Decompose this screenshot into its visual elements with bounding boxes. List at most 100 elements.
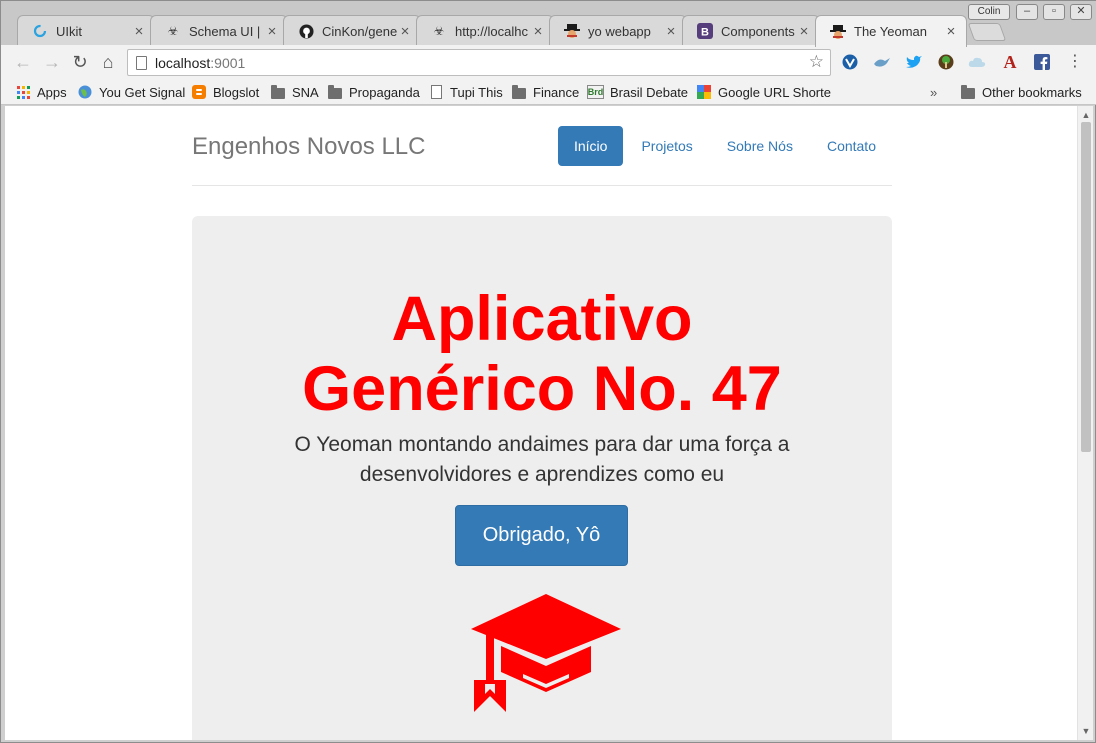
browser-window: UIkit × ☣ Schema UI | × CinKon/gene × ☣ … [0,0,1096,743]
twitter-icon[interactable] [905,53,923,71]
scroll-down-arrow-icon[interactable]: ▼ [1078,724,1094,738]
tab-the-yeoman[interactable]: The Yeoman × [815,15,967,47]
chrome-menu-icon[interactable]: ⋮ [1067,53,1083,71]
home-icon[interactable]: ⌂ [97,52,119,72]
acrobat-extension-icon[interactable]: A [1001,52,1019,72]
bookmark-label: Brasil Debate [610,84,689,100]
folder-icon [270,84,286,99]
window-close-icon[interactable]: ✕ [1070,4,1092,20]
bookmark-label: Other bookmarks [982,84,1082,100]
hero-title-line2: Genérico No. 47 [302,354,782,424]
close-icon[interactable]: × [664,23,678,40]
yeoman-icon [830,24,846,40]
reload-icon[interactable]: ↻ [69,52,91,72]
bookmark-google-url-shortener[interactable]: Google URL Shortene [696,83,831,101]
bookmark-brasil-debate[interactable]: Brd Brasil Debate [587,83,688,101]
bookmark-star-icon[interactable]: ☆ [809,52,824,72]
graduation-cap-icon [471,594,621,712]
maximize-icon[interactable]: ▫ [1043,4,1065,20]
close-icon[interactable]: × [265,23,279,40]
close-icon[interactable]: × [398,23,412,40]
facebook-icon[interactable] [1033,53,1051,71]
brd-icon: Brd [587,85,604,99]
tab-title: UIkit [56,23,82,39]
tab-title: The Yeoman [854,24,928,39]
tab-uikit[interactable]: UIkit × [17,15,155,46]
forward-arrow-icon[interactable]: → [41,52,63,72]
hero-title: Aplicativo Genérico No. 47 [192,284,892,424]
tab-schema-ui[interactable]: ☣ Schema UI | × [150,15,288,46]
biohazard-icon: ☣ [433,24,445,38]
tab-yo-webapp[interactable]: yo webapp × [549,15,687,46]
site-brand[interactable]: Engenhos Novos LLC [192,133,425,161]
close-icon[interactable]: × [531,23,545,40]
address-bar[interactable]: localhost:9001 ☆ [127,49,831,76]
site-nav: Início Projetos Sobre Nós Contato [556,126,892,166]
bookmark-label: You Get Signal [99,84,186,100]
bookmark-tupi-this[interactable]: Tupi This [428,83,503,101]
bootstrap-icon: B [697,23,713,39]
close-icon[interactable]: × [132,23,146,40]
bookmark-label: Tupi This [450,84,503,100]
yeoman-icon [564,23,580,39]
tab-components[interactable]: B Components × [682,15,820,46]
page-scrollbar[interactable]: ▲ ▼ [1077,106,1093,740]
nav-sobre-nos[interactable]: Sobre Nós [711,126,809,166]
bookmark-label: SNA [292,84,319,100]
url-text: localhost:9001 [155,55,246,71]
tree-extension-icon[interactable] [937,53,955,71]
site-header: Engenhos Novos LLC Início Projetos Sobre… [192,106,892,186]
cloud-extension-icon[interactable] [968,53,986,71]
minimize-icon[interactable]: – [1016,4,1038,20]
tab-title: yo webapp [588,23,651,39]
bookmark-label: Propaganda [349,84,420,100]
biohazard-icon: ☣ [167,24,179,38]
page-container: Engenhos Novos LLC Início Projetos Sobre… [192,106,892,740]
bookmark-label: Apps [37,84,67,100]
uikit-icon [32,23,48,39]
tab-title: CinKon/gene [322,23,398,39]
tab-strip: UIkit × ☣ Schema UI | × CinKon/gene × ☣ … [1,1,1096,47]
globe-icon [77,85,93,99]
hero-lead: O Yeoman montando andaimes para dar uma … [294,433,790,486]
browser-toolbar: ← → ↻ ⌂ localhost:9001 ☆ A ⋮ [1,45,1096,79]
back-arrow-icon[interactable]: ← [12,52,34,72]
blogger-icon [191,85,207,99]
hero-title-line1: Aplicativo [391,284,693,354]
vivaldi-extension-icon[interactable] [841,53,859,71]
page-icon [136,56,147,70]
hero-jumbotron: Aplicativo Genérico No. 47 O Yeoman mont… [192,216,892,740]
tab-title: Schema UI | [189,23,261,39]
scrollbar-thumb[interactable] [1081,122,1091,452]
bird-extension-icon[interactable] [873,53,891,71]
bookmark-you-get-signal[interactable]: You Get Signal [77,83,185,101]
new-tab-button[interactable] [967,23,1007,41]
tab-title: Components [721,23,795,39]
bookmark-folder-finance[interactable]: Finance [511,83,579,101]
bookmark-apps[interactable]: Apps [15,83,67,101]
bookmark-folder-propaganda[interactable]: Propaganda [327,83,420,101]
svg-text:B: B [701,27,709,39]
obrigado-button[interactable]: Obrigado, Yô [455,505,628,566]
nav-inicio[interactable]: Início [557,126,624,166]
tab-localhost[interactable]: ☣ http://localhc × [416,15,554,46]
bookmark-label: Blogslot [213,84,260,100]
bookmarks-overflow-button[interactable]: » [930,83,937,101]
tab-github[interactable]: CinKon/gene × [283,15,421,46]
bookmarks-bar: Apps You Get Signal Blogslot SNA Propaga… [1,79,1096,105]
scroll-up-arrow-icon[interactable]: ▲ [1078,108,1094,122]
close-icon[interactable]: × [797,23,811,40]
folder-icon [960,84,976,99]
tab-title: http://localhc [455,23,528,39]
bookmark-blogslot[interactable]: Blogslot [191,83,259,101]
profile-button[interactable]: Colin [968,4,1010,20]
bookmark-label: Google URL Shortene [718,84,831,100]
nav-projetos[interactable]: Projetos [625,126,708,166]
bookmark-folder-sna[interactable]: SNA [270,83,319,101]
document-icon [428,85,444,99]
other-bookmarks-folder[interactable]: Other bookmarks [960,83,1082,101]
bookmark-label: Finance [533,84,580,100]
close-icon[interactable]: × [944,23,958,40]
nav-contato[interactable]: Contato [811,126,892,166]
folder-icon [327,84,343,99]
